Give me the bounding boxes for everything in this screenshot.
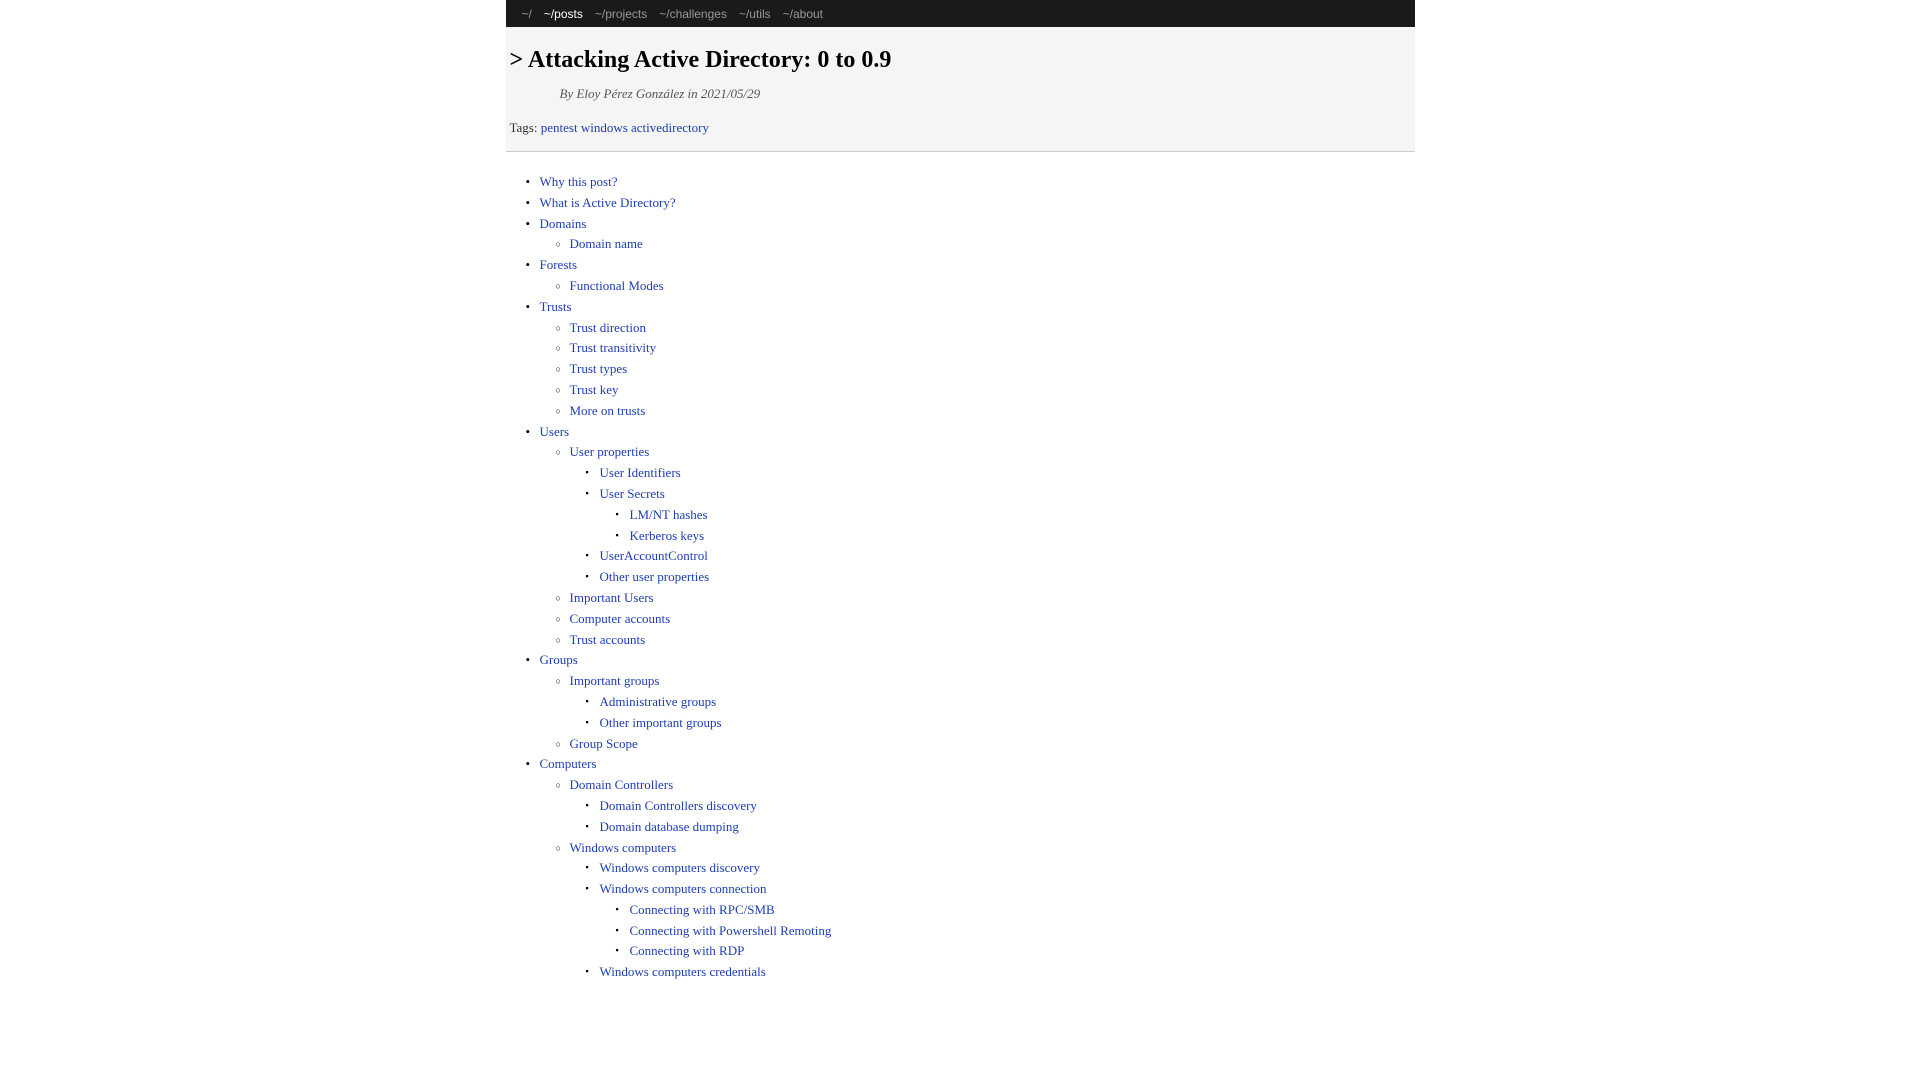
toc-link[interactable]: Important Users xyxy=(570,590,654,605)
toc-item: Forests Functional Modes xyxy=(526,255,1415,297)
toc-item: User Secrets LM/NT hashes Kerberos keys xyxy=(586,484,1415,546)
toc-item: Trust key xyxy=(556,380,1415,401)
toc-item: Trust direction xyxy=(556,318,1415,339)
tag-activedirectory[interactable]: activedirectory xyxy=(631,120,709,135)
tag-windows[interactable]: windows xyxy=(581,120,628,135)
author: Eloy Pérez González xyxy=(576,86,684,101)
toc-item: UsersUser propertiesUser IdentifiersUser… xyxy=(526,422,1415,651)
table-of-contents: Why this post? What is Active Directory? D… xyxy=(506,172,1415,983)
nav-challenges[interactable]: ~/challenges xyxy=(653,7,733,21)
toc-link[interactable]: Domain database dumping xyxy=(600,819,739,834)
toc-item: Group Scope xyxy=(556,734,1415,755)
toc-link[interactable]: Windows computers xyxy=(570,840,677,855)
toc-item: Domain Controllers Domain Controllers dis… xyxy=(556,775,1415,837)
toc-link[interactable]: User properties xyxy=(570,444,650,459)
page-header: > Attacking Active Directory: 0 to 0.9 B… xyxy=(506,27,1415,152)
toc-link[interactable]: Administrative groups xyxy=(600,694,717,709)
toc-item: Trusts Trust direction Trust transitivity T… xyxy=(526,297,1415,422)
toc-link[interactable]: UserAccountControl xyxy=(600,548,708,563)
tags-label: Tags: xyxy=(510,120,538,135)
toc-link[interactable]: Domain Controllers xyxy=(570,777,674,792)
title-text: Attacking Active Directory: 0 to 0.9 xyxy=(528,47,891,73)
toc-item: LM/NT hashes xyxy=(616,505,1415,526)
toc-item: UserAccountControl xyxy=(586,546,1415,567)
toc-item: Trust transitivity xyxy=(556,338,1415,359)
top-navbar: ~/ ~/posts ~/projects ~/challenges ~/uti… xyxy=(506,0,1415,27)
toc-item: Domain Controllers discovery xyxy=(586,796,1415,817)
toc-item: Other important groups xyxy=(586,713,1415,734)
toc-item: Windows computers credentials xyxy=(586,962,1415,983)
toc-link[interactable]: Why this post? xyxy=(540,174,618,189)
tag-pentest[interactable]: pentest xyxy=(541,120,578,135)
toc-link[interactable]: User Secrets xyxy=(600,486,665,501)
toc-item: Why this post? xyxy=(526,172,1415,193)
toc-item: Connecting with RPC/SMB xyxy=(616,900,1415,921)
toc-item: ComputersDomain ControllersDomain Contro… xyxy=(526,754,1415,983)
toc-item: Trust types xyxy=(556,359,1415,380)
post-date: 2021/05/29 xyxy=(701,86,760,101)
toc-link[interactable]: Domain name xyxy=(570,236,643,251)
toc-item: Windows computers Windows computers disco… xyxy=(556,838,1415,984)
page-title: > Attacking Active Directory: 0 to 0.9 xyxy=(506,47,1415,74)
toc-item: Connecting with RDP xyxy=(616,941,1415,962)
toc-link[interactable]: Computers xyxy=(540,756,597,771)
toc-item: Functional Modes xyxy=(556,276,1415,297)
toc-item: More on trusts xyxy=(556,401,1415,422)
toc-link[interactable]: Groups xyxy=(540,652,578,667)
toc-link[interactable]: Connecting with RPC/SMB xyxy=(630,902,775,917)
toc-link[interactable]: Users xyxy=(540,424,570,439)
byline: By Eloy Pérez González in 2021/05/29 xyxy=(506,86,1415,102)
toc-item: Domain name xyxy=(556,234,1415,255)
toc-item: Kerberos keys xyxy=(616,526,1415,547)
nav-about[interactable]: ~/about xyxy=(777,7,829,21)
toc-item: Other user properties xyxy=(586,567,1415,588)
toc-link[interactable]: Trust key xyxy=(570,382,619,397)
toc-link[interactable]: Important groups xyxy=(570,673,660,688)
toc-item: Domain database dumping xyxy=(586,817,1415,838)
toc-link[interactable]: Functional Modes xyxy=(570,278,664,293)
nav-posts[interactable]: ~/posts xyxy=(538,7,589,21)
toc-link[interactable]: Forests xyxy=(540,257,578,272)
title-prefix: > xyxy=(510,47,524,73)
nav-projects[interactable]: ~/projects xyxy=(589,7,653,21)
toc-item: User Identifiers xyxy=(586,463,1415,484)
toc-item: Windows computers connection Connecting w… xyxy=(586,879,1415,962)
toc-item: Administrative groups xyxy=(586,692,1415,713)
toc-link[interactable]: More on trusts xyxy=(570,403,646,418)
toc-item: Windows computers discovery xyxy=(586,858,1415,879)
toc-link[interactable]: Connecting with Powershell Remoting xyxy=(630,923,832,938)
toc-link[interactable]: Trust accounts xyxy=(570,632,646,647)
toc-link[interactable]: Other important groups xyxy=(600,715,722,730)
toc-link[interactable]: Other user properties xyxy=(600,569,710,584)
toc-link[interactable]: Trusts xyxy=(540,299,572,314)
toc-link[interactable]: What is Active Directory? xyxy=(540,195,676,210)
nav-utils[interactable]: ~/utils xyxy=(733,7,777,21)
toc-item: Trust accounts xyxy=(556,630,1415,651)
toc-link[interactable]: Trust types xyxy=(570,361,628,376)
toc-link[interactable]: Trust direction xyxy=(570,320,646,335)
toc-link[interactable]: Trust transitivity xyxy=(570,340,657,355)
toc-link[interactable]: Windows computers discovery xyxy=(600,860,761,875)
toc-item: Domains Domain name xyxy=(526,214,1415,256)
toc-link[interactable]: Domain Controllers discovery xyxy=(600,798,757,813)
toc-link[interactable]: LM/NT hashes xyxy=(630,507,708,522)
toc-link[interactable]: Domains xyxy=(540,216,587,231)
toc-link[interactable]: Connecting with RDP xyxy=(630,943,745,958)
toc-link[interactable]: Windows computers connection xyxy=(600,881,767,896)
toc-item: What is Active Directory? xyxy=(526,193,1415,214)
toc-item: Connecting with Powershell Remoting xyxy=(616,921,1415,942)
toc-link[interactable]: Group Scope xyxy=(570,736,638,751)
toc-item: Important Users xyxy=(556,588,1415,609)
toc-link[interactable]: Kerberos keys xyxy=(630,528,705,543)
toc-item: Computer accounts xyxy=(556,609,1415,630)
nav-home[interactable]: ~/ xyxy=(516,7,538,21)
toc-item: User properties User Identifiers User Secr… xyxy=(556,442,1415,588)
toc-item: Groups Important groups Administrative gro… xyxy=(526,650,1415,754)
toc-link[interactable]: Windows computers credentials xyxy=(600,964,766,979)
toc-item: Important groups Administrative groups Oth… xyxy=(556,671,1415,733)
toc-link[interactable]: User Identifiers xyxy=(600,465,681,480)
toc-link[interactable]: Computer accounts xyxy=(570,611,671,626)
tags-line: Tags: pentest windows activedirectory xyxy=(506,120,1415,136)
